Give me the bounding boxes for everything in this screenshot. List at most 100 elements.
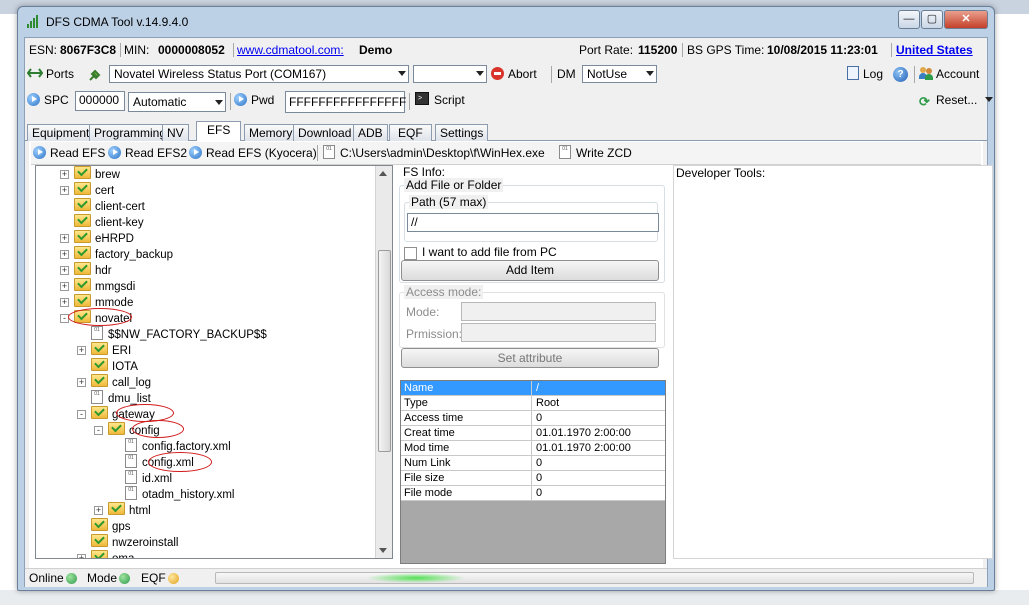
- port-select[interactable]: Novatel Wireless Status Port (COM167): [109, 65, 409, 83]
- tree-folder-item[interactable]: + ERI: [77, 342, 131, 358]
- tree-folder-item[interactable]: + html: [94, 502, 151, 518]
- tree-folder-item[interactable]: + call_log: [77, 374, 151, 390]
- property-row[interactable]: File mode 0: [401, 486, 665, 501]
- property-name: Mod time: [401, 441, 532, 456]
- tree-folder-item[interactable]: + oma: [77, 550, 134, 558]
- set-attribute-button[interactable]: Set attribute: [401, 348, 659, 368]
- close-button[interactable]: ✕: [944, 10, 988, 29]
- expand-icon[interactable]: +: [60, 234, 69, 243]
- folder-icon: [91, 406, 108, 419]
- tab-eqf[interactable]: EQF: [389, 124, 432, 141]
- maximize-button[interactable]: ▢: [921, 10, 943, 29]
- tab-download[interactable]: Download: [293, 124, 357, 141]
- expand-icon[interactable]: +: [60, 170, 69, 179]
- script-button[interactable]: > Script: [415, 90, 465, 110]
- write-zcd-button[interactable]: 01 Write ZCD: [559, 143, 632, 163]
- minimize-button[interactable]: —: [898, 10, 920, 29]
- account-label: Account: [936, 67, 980, 81]
- plug-icon[interactable]: [87, 67, 103, 83]
- users-icon: [919, 67, 933, 80]
- property-row[interactable]: File size 0: [401, 471, 665, 486]
- mode-input[interactable]: [461, 302, 656, 321]
- secondary-select[interactable]: [413, 65, 487, 83]
- tree-file-item[interactable]: 01 id.xml: [111, 470, 172, 486]
- tab-settings[interactable]: Settings: [435, 124, 489, 141]
- tree-item-label: gps: [112, 521, 131, 533]
- expand-icon[interactable]: +: [60, 282, 69, 291]
- account-button[interactable]: Account: [919, 64, 979, 84]
- access-mode-label: Access mode:: [404, 285, 484, 299]
- scrollbar-thumb[interactable]: [378, 250, 391, 452]
- read-efs-kyocera-button[interactable]: Read EFS (Kyocera): [189, 143, 317, 163]
- efs-tree[interactable]: + brew + cert client-cert client-key + eHRPD + fa…: [35, 165, 393, 559]
- reset-button[interactable]: ⟳ Reset...: [919, 90, 994, 110]
- dm-select[interactable]: NotUse: [582, 65, 657, 83]
- country-link[interactable]: United States: [896, 43, 973, 57]
- winhex-path-button[interactable]: 01 C:\Users\admin\Desktop\f\WinHex.exe: [323, 143, 545, 163]
- tree-folder-item[interactable]: + factory_backup: [60, 246, 173, 262]
- expand-icon[interactable]: +: [60, 186, 69, 195]
- property-row[interactable]: Creat time 01.01.1970 2:00:00: [401, 426, 665, 441]
- properties-grid[interactable]: Name / Type Root Access time 0 Creat time 01.01…: [400, 380, 666, 564]
- spc-button[interactable]: SPC: [27, 90, 69, 110]
- spc-input[interactable]: 000000: [75, 91, 125, 111]
- log-button[interactable]: Log: [847, 64, 883, 84]
- help-icon[interactable]: ?: [893, 67, 908, 82]
- read-efs-button[interactable]: Read EFS: [33, 143, 105, 163]
- permission-input[interactable]: [461, 323, 656, 342]
- ports-button[interactable]: Ports: [26, 64, 75, 84]
- tree-folder-item[interactable]: + hdr: [60, 262, 112, 278]
- expand-icon[interactable]: +: [94, 506, 103, 515]
- add-from-pc-checkbox[interactable]: [404, 247, 417, 260]
- pwd-button[interactable]: Pwd: [234, 90, 274, 110]
- ports-label: Ports: [46, 67, 75, 81]
- tab-memory[interactable]: Memory: [244, 124, 298, 141]
- title-bar[interactable]: DFS CDMA Tool v.14.9.4.0 — ▢ ✕: [18, 7, 994, 37]
- tree-folder-item[interactable]: IOTA: [77, 358, 138, 374]
- read-efs2-button[interactable]: Read EFS2: [108, 143, 187, 163]
- tree-folder-item[interactable]: + eHRPD: [60, 230, 134, 246]
- tree-file-item[interactable]: 01 $$NW_FACTORY_BACKUP$$: [77, 326, 267, 342]
- expand-icon[interactable]: +: [77, 378, 86, 387]
- expand-icon[interactable]: +: [60, 250, 69, 259]
- property-row[interactable]: Mod time 01.01.1970 2:00:00: [401, 441, 665, 456]
- tree-folder-item[interactable]: gps: [77, 518, 131, 534]
- path-input[interactable]: //: [407, 213, 659, 232]
- scroll-up-icon[interactable]: [379, 171, 387, 176]
- tree-folder-item[interactable]: nwzeroinstall: [77, 534, 178, 550]
- property-row[interactable]: Name /: [401, 381, 665, 396]
- property-row[interactable]: Type Root: [401, 396, 665, 411]
- abort-button[interactable]: Abort: [491, 64, 537, 84]
- property-row[interactable]: Access time 0: [401, 411, 665, 426]
- property-row[interactable]: Num Link 0: [401, 456, 665, 471]
- dm-select-value: NotUse: [587, 67, 628, 81]
- property-name: Creat time: [401, 426, 532, 441]
- tree-folder-item[interactable]: + mmgsdi: [60, 278, 135, 294]
- pwd-input[interactable]: FFFFFFFFFFFFFFFF: [285, 91, 406, 113]
- tab-equipment[interactable]: Equipment: [27, 124, 95, 141]
- expand-icon[interactable]: +: [60, 266, 69, 275]
- collapse-icon[interactable]: -: [77, 410, 86, 419]
- tab-adb[interactable]: ADB: [353, 124, 388, 141]
- expand-icon[interactable]: +: [60, 298, 69, 307]
- tree-folder-item[interactable]: + cert: [60, 182, 114, 198]
- tab-nv[interactable]: NV: [162, 124, 189, 141]
- tree-item-label: hdr: [95, 265, 112, 277]
- expand-icon[interactable]: +: [77, 346, 86, 355]
- tab-efs[interactable]: EFS: [196, 121, 242, 142]
- tab-programming[interactable]: Programming: [89, 124, 172, 141]
- tree-item-label: factory_backup: [95, 249, 173, 261]
- expand-icon[interactable]: +: [77, 554, 86, 558]
- tree-folder-item[interactable]: client-cert: [60, 198, 145, 214]
- permission-label: Prmission:: [406, 327, 463, 341]
- tree-folder-item[interactable]: client-key: [60, 214, 144, 230]
- port-select-value: Novatel Wireless Status Port (COM167): [114, 67, 327, 81]
- tree-folder-item[interactable]: + brew: [60, 166, 120, 182]
- tree-scrollbar[interactable]: [375, 166, 392, 558]
- tree-file-item[interactable]: 01 otadm_history.xml: [111, 486, 234, 502]
- site-link[interactable]: www.cdmatool.com:: [237, 43, 344, 57]
- collapse-icon[interactable]: -: [94, 426, 103, 435]
- scroll-down-icon[interactable]: [379, 548, 387, 553]
- mode-select[interactable]: Automatic: [128, 92, 226, 112]
- add-item-button[interactable]: Add Item: [401, 260, 659, 281]
